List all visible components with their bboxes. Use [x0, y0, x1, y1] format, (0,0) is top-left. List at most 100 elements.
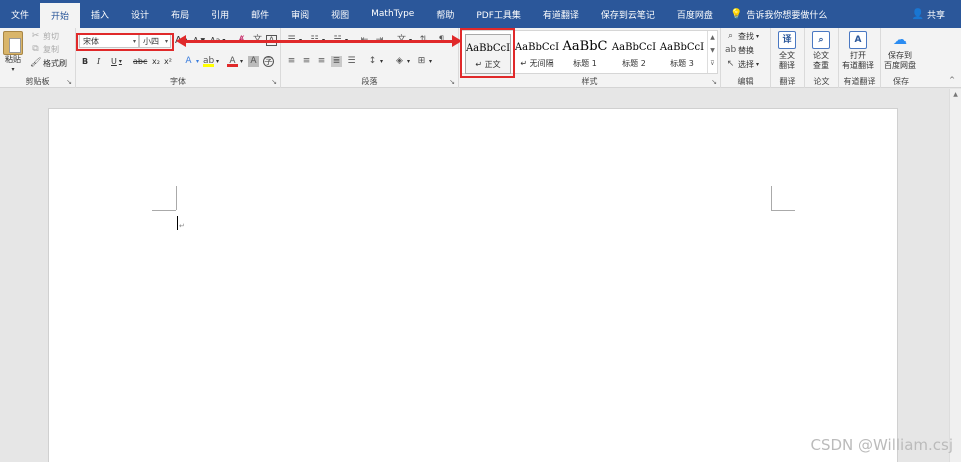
translate-group-label: 翻译: [779, 77, 796, 86]
tab-pdf-tools[interactable]: PDF工具集: [465, 0, 532, 28]
user-icon: 👤: [911, 8, 924, 20]
text-effects-button[interactable]: A ▾: [183, 56, 199, 67]
italic-button[interactable]: I: [97, 57, 100, 66]
crop-mark: [176, 186, 177, 210]
vertical-scrollbar[interactable]: ▲: [949, 89, 961, 462]
dialog-launcher-icon[interactable]: ↘: [66, 78, 72, 86]
align-left-button[interactable]: ≡: [286, 56, 297, 67]
style-heading-1[interactable]: AaBbC 标题 1: [562, 34, 608, 74]
collapse-ribbon-icon[interactable]: ^: [949, 76, 955, 84]
paper-check-button[interactable]: ⌕ 论文 查重: [812, 31, 830, 71]
cut-button[interactable]: ✂ 剪切: [30, 31, 59, 42]
tab-insert[interactable]: 插入: [80, 0, 120, 28]
font-color-button[interactable]: A ▾: [227, 56, 243, 67]
scroll-up-icon[interactable]: ▲: [950, 91, 961, 98]
paper-check-line1: 论文: [813, 51, 829, 60]
select-button[interactable]: ↖ 选择 ▾: [725, 59, 759, 70]
replace-button[interactable]: ab 替换: [725, 45, 754, 56]
superscript-button[interactable]: x²: [164, 57, 172, 66]
gallery-scroll[interactable]: ▲ ▼ ⊽: [707, 31, 717, 73]
dialog-launcher-icon[interactable]: ↘: [271, 78, 277, 86]
tab-youdao[interactable]: 有道翻译: [532, 0, 590, 28]
document-area: ↵: [0, 89, 961, 462]
tab-review[interactable]: 审阅: [280, 0, 320, 28]
style-heading-2[interactable]: AaBbCcI 标题 2: [611, 34, 657, 74]
dialog-launcher-icon[interactable]: ↘: [711, 78, 717, 86]
align-right-button[interactable]: ≡: [316, 56, 327, 67]
save-baidu-line1: 保存到: [888, 51, 912, 60]
line-spacing-button[interactable]: ↕ ▾: [367, 56, 383, 67]
style-name: ↵ 无间隔: [520, 59, 554, 68]
distributed-button[interactable]: ☰: [346, 56, 357, 67]
open-youdao-line2: 有道翻译: [842, 61, 874, 70]
open-youdao-button[interactable]: A 打开 有道翻译: [842, 31, 874, 71]
font-highlight-box: [76, 33, 174, 51]
tell-me-label: 告诉我你想要做什么: [746, 10, 828, 21]
lightbulb-icon: 💡: [729, 8, 743, 20]
paragraph-group: ☰▾ ☷▾ ☵▾ ⇤ ⇥ 文▾ ⇅ ¶ ≡ ≡ ≡ ≣ ☰ ↕▾ ◈▾ ⊞▾ 段…: [281, 28, 459, 88]
tab-cloud-note[interactable]: 保存到云笔记: [590, 0, 666, 28]
tab-home[interactable]: 开始: [40, 3, 81, 28]
style-highlight-box: [460, 28, 515, 78]
find-button[interactable]: ⌕ 查找 ▾: [725, 31, 759, 42]
tell-me-search[interactable]: 💡 告诉我你想要做什么: [724, 0, 827, 28]
tab-mailings[interactable]: 邮件: [240, 0, 280, 28]
highlight-button[interactable]: ab ▾: [203, 56, 219, 67]
expand-gallery-icon[interactable]: ⊽: [708, 57, 717, 70]
char-shading-button[interactable]: A: [248, 56, 259, 67]
tab-file[interactable]: 文件: [0, 0, 40, 28]
superscript-label: x²: [164, 57, 172, 66]
paste-label: 粘贴: [5, 55, 21, 64]
format-painter-label: 格式刷: [43, 59, 67, 68]
crop-mark: [771, 186, 772, 210]
tab-layout[interactable]: 布局: [160, 0, 200, 28]
editing-group: ⌕ 查找 ▾ ab 替换 ↖ 选择 ▾ 编辑: [721, 28, 771, 88]
tab-mathtype[interactable]: MathType: [360, 0, 425, 28]
document-page[interactable]: ↵: [48, 108, 898, 462]
align-right-icon: ≡: [317, 56, 326, 66]
line-spacing-icon: ↕: [368, 56, 377, 66]
strikethrough-button[interactable]: abc: [133, 57, 147, 66]
ribbon-tab-bar: 文件 开始 插入 设计 布局 引用 邮件 审阅 视图 MathType 帮助 P…: [0, 0, 961, 28]
borders-button[interactable]: ⊞ ▾: [416, 56, 432, 67]
format-painter-button[interactable]: 🖌 格式刷: [30, 58, 67, 69]
cut-label: 剪切: [43, 32, 59, 41]
enclose-char-button[interactable]: 字: [263, 56, 274, 67]
share-button[interactable]: 👤 共享: [912, 0, 945, 28]
copy-button[interactable]: ⧉ 复制: [30, 44, 59, 55]
text-cursor: [177, 216, 178, 230]
justify-button[interactable]: ≣: [331, 56, 342, 67]
underline-button[interactable]: U ▾: [111, 57, 122, 66]
tab-design[interactable]: 设计: [120, 0, 160, 28]
subscript-button[interactable]: x₂: [152, 57, 160, 66]
style-no-spacing[interactable]: AaBbCcI ↵ 无间隔: [514, 34, 560, 74]
copy-icon: ⧉: [32, 44, 39, 54]
save-baidu-button[interactable]: ☁ 保存到 百度网盘: [884, 31, 916, 71]
align-center-button[interactable]: ≡: [301, 56, 312, 67]
replace-label: 替换: [738, 46, 754, 55]
dialog-launcher-icon[interactable]: ↘: [449, 78, 455, 86]
shading-button[interactable]: ◈ ▾: [394, 56, 410, 67]
bold-button[interactable]: B: [82, 57, 88, 66]
style-heading-3[interactable]: AaBbCcI 标题 3: [659, 34, 705, 74]
scroll-up-icon[interactable]: ▲: [708, 31, 717, 44]
clipboard-group-label: 剪贴板: [25, 77, 50, 86]
paste-button[interactable]: 粘贴 ▾: [3, 31, 23, 75]
tab-baidu-pan[interactable]: 百度网盘: [666, 0, 724, 28]
align-left-icon: ≡: [287, 56, 296, 66]
full-translate-button[interactable]: 译 全文 翻译: [778, 31, 796, 71]
baidu-group: ☁ 保存到 百度网盘 保存: [881, 28, 921, 88]
arrow-head-left-icon: [176, 35, 186, 47]
distributed-icon: ☰: [347, 56, 356, 66]
paragraph-group-label: 段落: [361, 77, 378, 86]
translate-icon: 译: [778, 31, 796, 49]
style-name: 标题 2: [622, 59, 646, 68]
tab-references[interactable]: 引用: [200, 0, 240, 28]
tab-view[interactable]: 视图: [320, 0, 360, 28]
tab-help[interactable]: 帮助: [425, 0, 465, 28]
editing-group-label: 编辑: [737, 77, 754, 86]
search-icon: ⌕: [727, 31, 734, 41]
scroll-down-icon[interactable]: ▼: [708, 44, 717, 57]
strikethrough-label: abc: [133, 57, 148, 66]
select-label: 选择: [738, 60, 754, 69]
